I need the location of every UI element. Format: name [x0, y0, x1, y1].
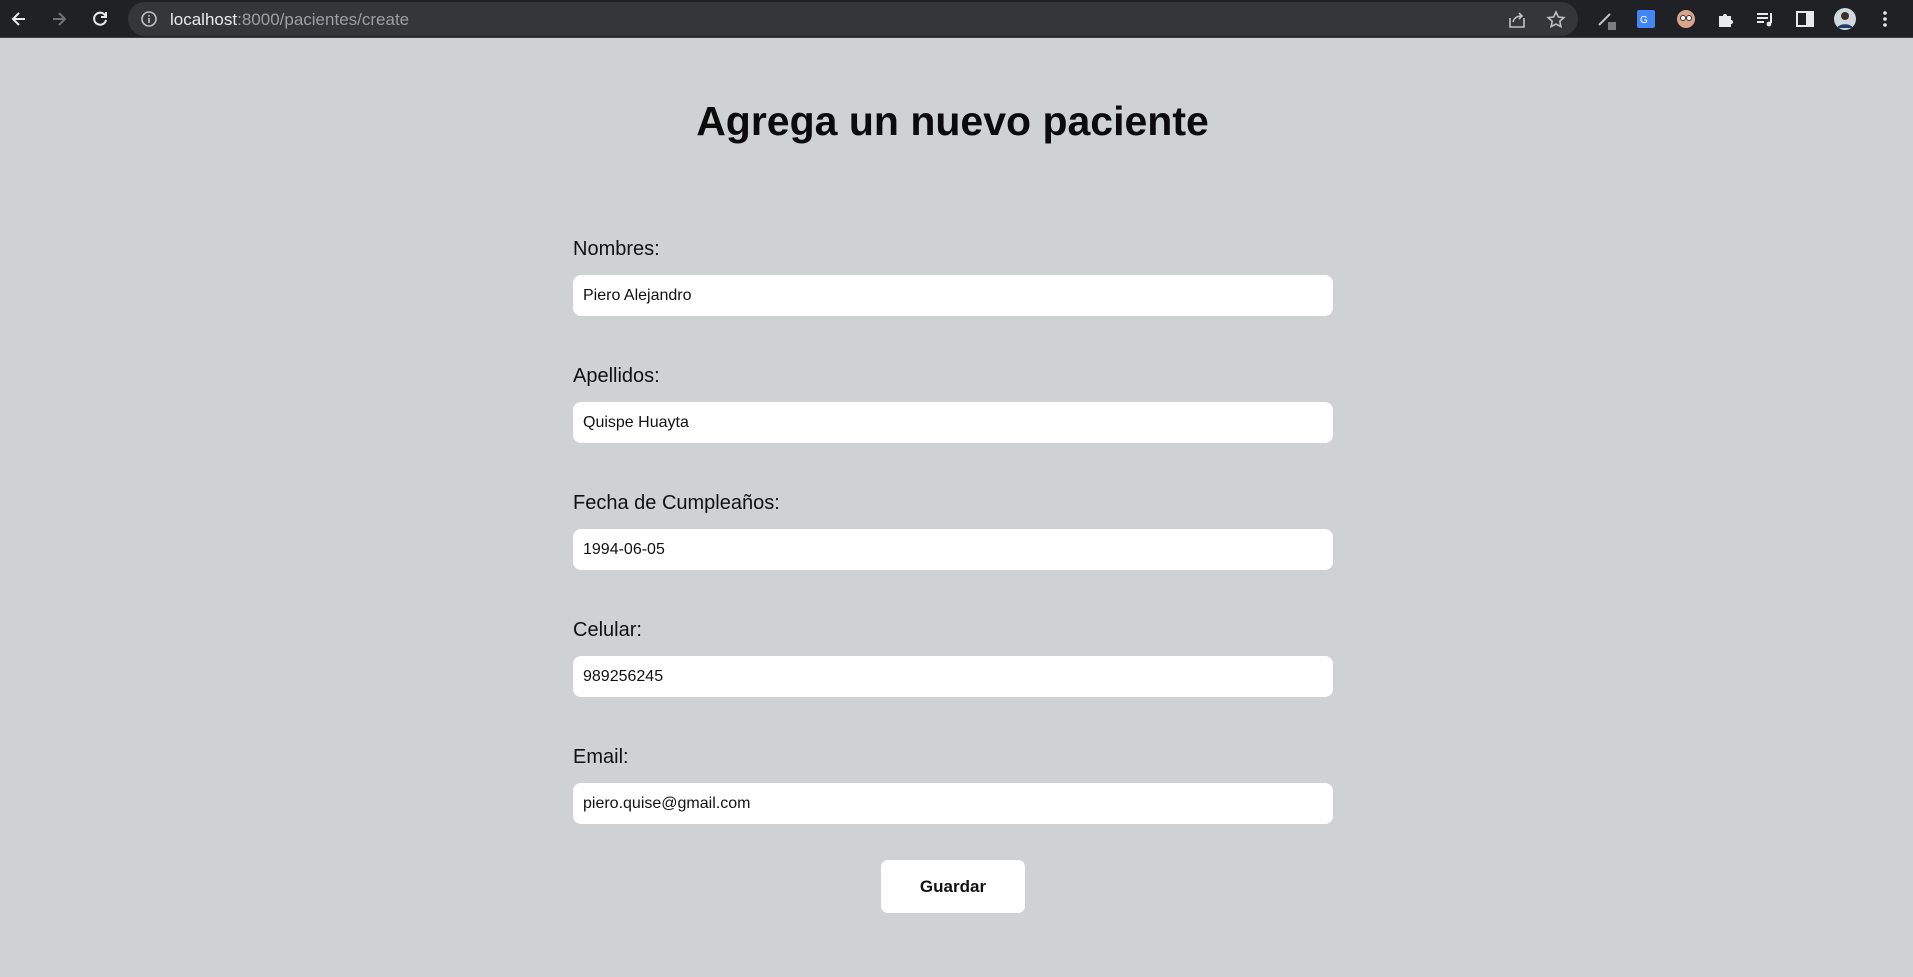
- apellidos-label: Apellidos:: [573, 365, 660, 387]
- page-title: Agrega un nuevo paciente: [696, 98, 1209, 144]
- save-button[interactable]: Guardar: [881, 860, 1025, 913]
- star-icon[interactable]: [1545, 9, 1567, 31]
- avatar[interactable]: [1831, 5, 1859, 33]
- nombres-label: Nombres:: [573, 238, 660, 260]
- sidepanel-icon[interactable]: [1791, 5, 1819, 33]
- email-input[interactable]: [573, 783, 1333, 824]
- fecha-input[interactable]: [573, 529, 1333, 570]
- back-arrow-icon[interactable]: [3, 3, 35, 35]
- translate-icon[interactable]: G: [1632, 5, 1660, 33]
- face-icon[interactable]: [1672, 5, 1700, 33]
- fecha-label: Fecha de Cumpleaños:: [573, 492, 780, 514]
- celular-input[interactable]: [573, 656, 1333, 697]
- pen-icon[interactable]: [1592, 5, 1620, 33]
- apellidos-input[interactable]: [573, 402, 1333, 443]
- puzzle-icon[interactable]: [1712, 5, 1740, 33]
- address-bar[interactable]: localhost:8000/pacientes/create: [128, 2, 1578, 36]
- svg-text:G: G: [1640, 15, 1648, 26]
- reload-icon[interactable]: [84, 3, 116, 35]
- url-text: localhost:8000/pacientes/create: [170, 10, 410, 29]
- browser-toolbar: localhost:8000/pacientes/create G: [0, 0, 1913, 38]
- nombres-input[interactable]: [573, 275, 1333, 316]
- media-icon[interactable]: [1751, 5, 1779, 33]
- forward-arrow-icon[interactable]: [43, 3, 75, 35]
- email-label: Email:: [573, 746, 629, 768]
- share-icon[interactable]: [1506, 9, 1528, 31]
- celular-label: Celular:: [573, 619, 642, 641]
- kebab-icon[interactable]: [1871, 5, 1899, 33]
- info-icon[interactable]: [140, 10, 158, 28]
